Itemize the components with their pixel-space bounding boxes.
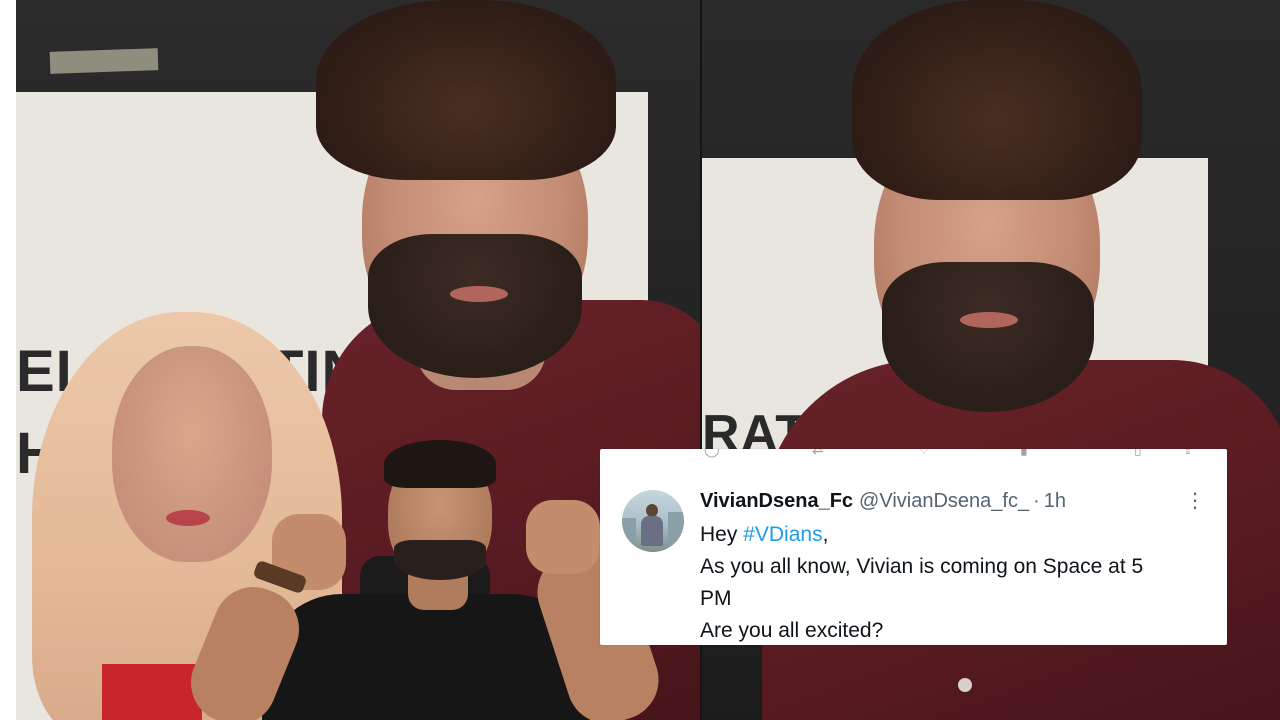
left-border [0, 0, 16, 720]
handle[interactable]: @VivianDsena_fc_ [859, 490, 1029, 512]
man-hair-right [852, 0, 1142, 200]
man-lips-right [960, 312, 1018, 328]
avatar-building [668, 512, 684, 552]
presenter-beard [394, 540, 486, 580]
presenter-hair [384, 440, 496, 488]
left-photo: ELE TING HI ND [16, 0, 700, 720]
woman-lips [166, 510, 210, 526]
man-lips [450, 286, 508, 302]
man-beard [368, 234, 582, 378]
like-icon[interactable]: ♡ [918, 449, 931, 458]
tweet-card[interactable]: ◯ ⇄ ♡ ▮ ▯ ⇪ VivianDsena_Fc @VivianDsena_f… [600, 449, 1227, 645]
shirt-button [958, 678, 972, 692]
retweet-icon[interactable]: ⇄ [812, 449, 824, 458]
avatar-figure-body [641, 516, 663, 546]
tape [49, 48, 159, 74]
share-icon[interactable]: ⇪ [1182, 449, 1194, 458]
man-hair [316, 0, 616, 180]
tweet-header: VivianDsena_Fc @VivianDsena_fc_ · 1h [700, 489, 1066, 513]
greeting: Hey [700, 523, 744, 546]
separator-dot: · [1033, 490, 1040, 512]
tweet-line-3: PM [700, 587, 732, 610]
man-beard-right [882, 262, 1094, 412]
bookmark-icon[interactable]: ▯ [1134, 449, 1142, 458]
greeting-comma: , [822, 523, 829, 546]
more-options-icon[interactable]: ⋮ [1185, 489, 1205, 513]
reply-icon[interactable]: ◯ [704, 449, 720, 458]
presenter-right-fist [526, 500, 600, 574]
tweet-line-1: Hey #VDians, [700, 519, 1210, 551]
tweet-action-bar-cropped: ◯ ⇄ ♡ ▮ ▯ ⇪ [600, 449, 1227, 459]
tweet-line-4: Are you all excited? [700, 619, 884, 642]
avatar[interactable] [622, 490, 684, 552]
tweet-line-2: As you all know, Vivian is coming on Spa… [700, 555, 1144, 578]
views-icon[interactable]: ▮ [1020, 449, 1028, 458]
hashtag-link[interactable]: #VDians [743, 523, 822, 546]
woman-face [112, 346, 272, 562]
timestamp[interactable]: 1h [1044, 490, 1066, 512]
thumbnail-frame: ELE TING HI ND RATIN [0, 0, 1280, 720]
woman-red-top [102, 664, 202, 720]
tweet-text: Hey #VDians, As you all know, Vivian is … [700, 519, 1210, 645]
avatar-building [622, 518, 636, 552]
display-name[interactable]: VivianDsena_Fc [700, 490, 853, 512]
